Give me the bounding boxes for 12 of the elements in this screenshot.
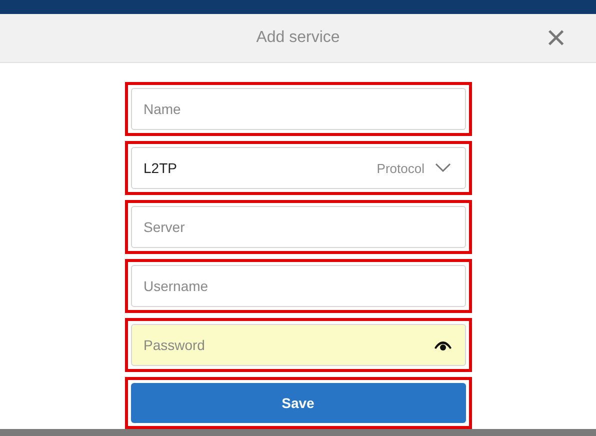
select-value: L2TP (144, 160, 177, 176)
input-field[interactable]: Password (130, 324, 466, 366)
select-hint: Protocol (376, 160, 424, 176)
dialog-title: Add service (256, 29, 340, 47)
input-field[interactable]: Username (130, 265, 466, 307)
protocol-select[interactable]: L2TP Protocol (130, 147, 466, 189)
save-button[interactable]: Save (130, 383, 466, 423)
eye-icon[interactable] (434, 340, 452, 351)
input-field[interactable]: Server (130, 206, 466, 248)
input-field[interactable]: Name (130, 88, 466, 130)
chevron-down-icon (434, 163, 450, 173)
close-button[interactable]: × (542, 24, 570, 52)
